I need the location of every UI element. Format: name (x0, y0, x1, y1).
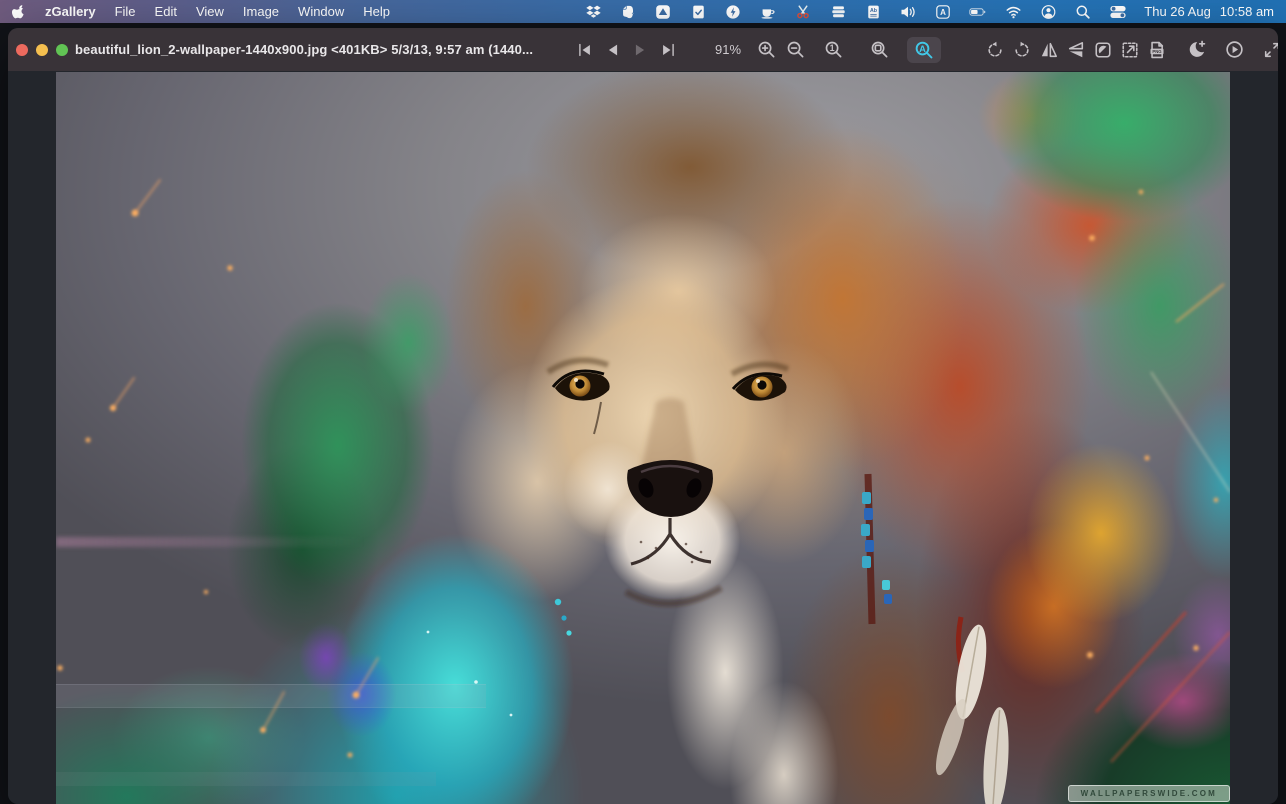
go-previous-button[interactable] (600, 37, 624, 63)
menu-edit[interactable]: Edit (155, 4, 177, 19)
evernote-icon[interactable] (619, 3, 637, 21)
fullscreen-icon[interactable] (1260, 37, 1278, 63)
transform-toolbar-group: PNG (983, 28, 1169, 71)
resize-icon[interactable] (1118, 37, 1142, 63)
svg-text:PNG: PNG (1152, 49, 1162, 54)
user-switch-icon[interactable] (1039, 3, 1057, 21)
nav-toolbar-group (572, 28, 680, 71)
battery-icon[interactable] (969, 3, 987, 21)
svg-text:1: 1 (829, 43, 834, 53)
menu-help[interactable]: Help (363, 4, 390, 19)
zoom-fit-button[interactable] (867, 37, 891, 63)
svg-text:A: A (940, 8, 946, 17)
zoom-window-button[interactable] (56, 44, 68, 56)
image-canvas[interactable]: WALLPAPERSWIDE.COM (56, 72, 1230, 804)
deliveries-icon[interactable] (654, 3, 672, 21)
rotate-right-icon[interactable] (1010, 37, 1034, 63)
adjust-icon[interactable] (1091, 37, 1115, 63)
menu-bar-clock[interactable]: Thu 26 Aug 10:58 am (1144, 4, 1274, 19)
lion-face-overlay (56, 72, 1230, 804)
zgallery-window: beautiful_lion_2-wallpaper-1440x900.jpg … (8, 28, 1278, 804)
watermark: WALLPAPERSWIDE.COM (1068, 785, 1230, 802)
zoom-auto-button[interactable]: A (907, 37, 941, 63)
slideshow-icon[interactable] (1222, 37, 1246, 63)
flash-icon[interactable] (724, 3, 742, 21)
minimize-button[interactable] (36, 44, 48, 56)
tasks-icon[interactable] (689, 3, 707, 21)
input-source-icon[interactable]: A (934, 3, 952, 21)
date-text: Thu 26 Aug (1144, 4, 1211, 19)
app-menu-title[interactable]: zGallery (45, 4, 96, 19)
textedit-icon[interactable]: Ab (864, 3, 882, 21)
apple-menu-icon[interactable] (12, 4, 26, 20)
svg-text:A: A (919, 43, 926, 53)
dropbox-icon[interactable] (584, 3, 602, 21)
go-first-button[interactable] (572, 37, 596, 63)
flip-vertical-icon[interactable] (1064, 37, 1088, 63)
wifi-icon[interactable] (1004, 3, 1022, 21)
stack-icon[interactable] (829, 3, 847, 21)
convert-png-icon[interactable]: PNG (1145, 37, 1169, 63)
title-bar[interactable]: beautiful_lion_2-wallpaper-1440x900.jpg … (8, 28, 1278, 71)
night-mode-icon[interactable] (1184, 37, 1208, 63)
zoom-actual-size-button[interactable]: 1 (821, 37, 845, 63)
control-center-icon[interactable] (1109, 3, 1127, 21)
zoom-level: 91% (706, 42, 750, 57)
search-icon[interactable] (1074, 3, 1092, 21)
viewer-content: WALLPAPERSWIDE.COM (8, 71, 1278, 804)
traffic-lights (16, 28, 68, 71)
svg-text:Ab: Ab (870, 8, 877, 14)
menu-view[interactable]: View (196, 4, 224, 19)
window-title: beautiful_lion_2-wallpaper-1440x900.jpg … (75, 28, 533, 71)
menu-image[interactable]: Image (243, 4, 279, 19)
time-text: 10:58 am (1220, 4, 1274, 19)
zoom-out-button[interactable] (783, 37, 807, 63)
scissors-icon[interactable] (794, 3, 812, 21)
go-last-button[interactable] (656, 37, 680, 63)
zoom-toolbar-group: 91% 1 A (706, 28, 941, 71)
menu-file[interactable]: File (115, 4, 136, 19)
zoom-in-button[interactable] (754, 37, 778, 63)
close-button[interactable] (16, 44, 28, 56)
volume-icon[interactable] (899, 3, 917, 21)
go-next-button[interactable] (628, 37, 652, 63)
menu-bar: zGallery File Edit View Image Window Hel… (0, 0, 1286, 23)
flip-horizontal-icon[interactable] (1037, 37, 1061, 63)
menu-window[interactable]: Window (298, 4, 344, 19)
view-toolbar-group (1184, 28, 1278, 71)
caffeine-icon[interactable] (759, 3, 777, 21)
rotate-left-icon[interactable] (983, 37, 1007, 63)
